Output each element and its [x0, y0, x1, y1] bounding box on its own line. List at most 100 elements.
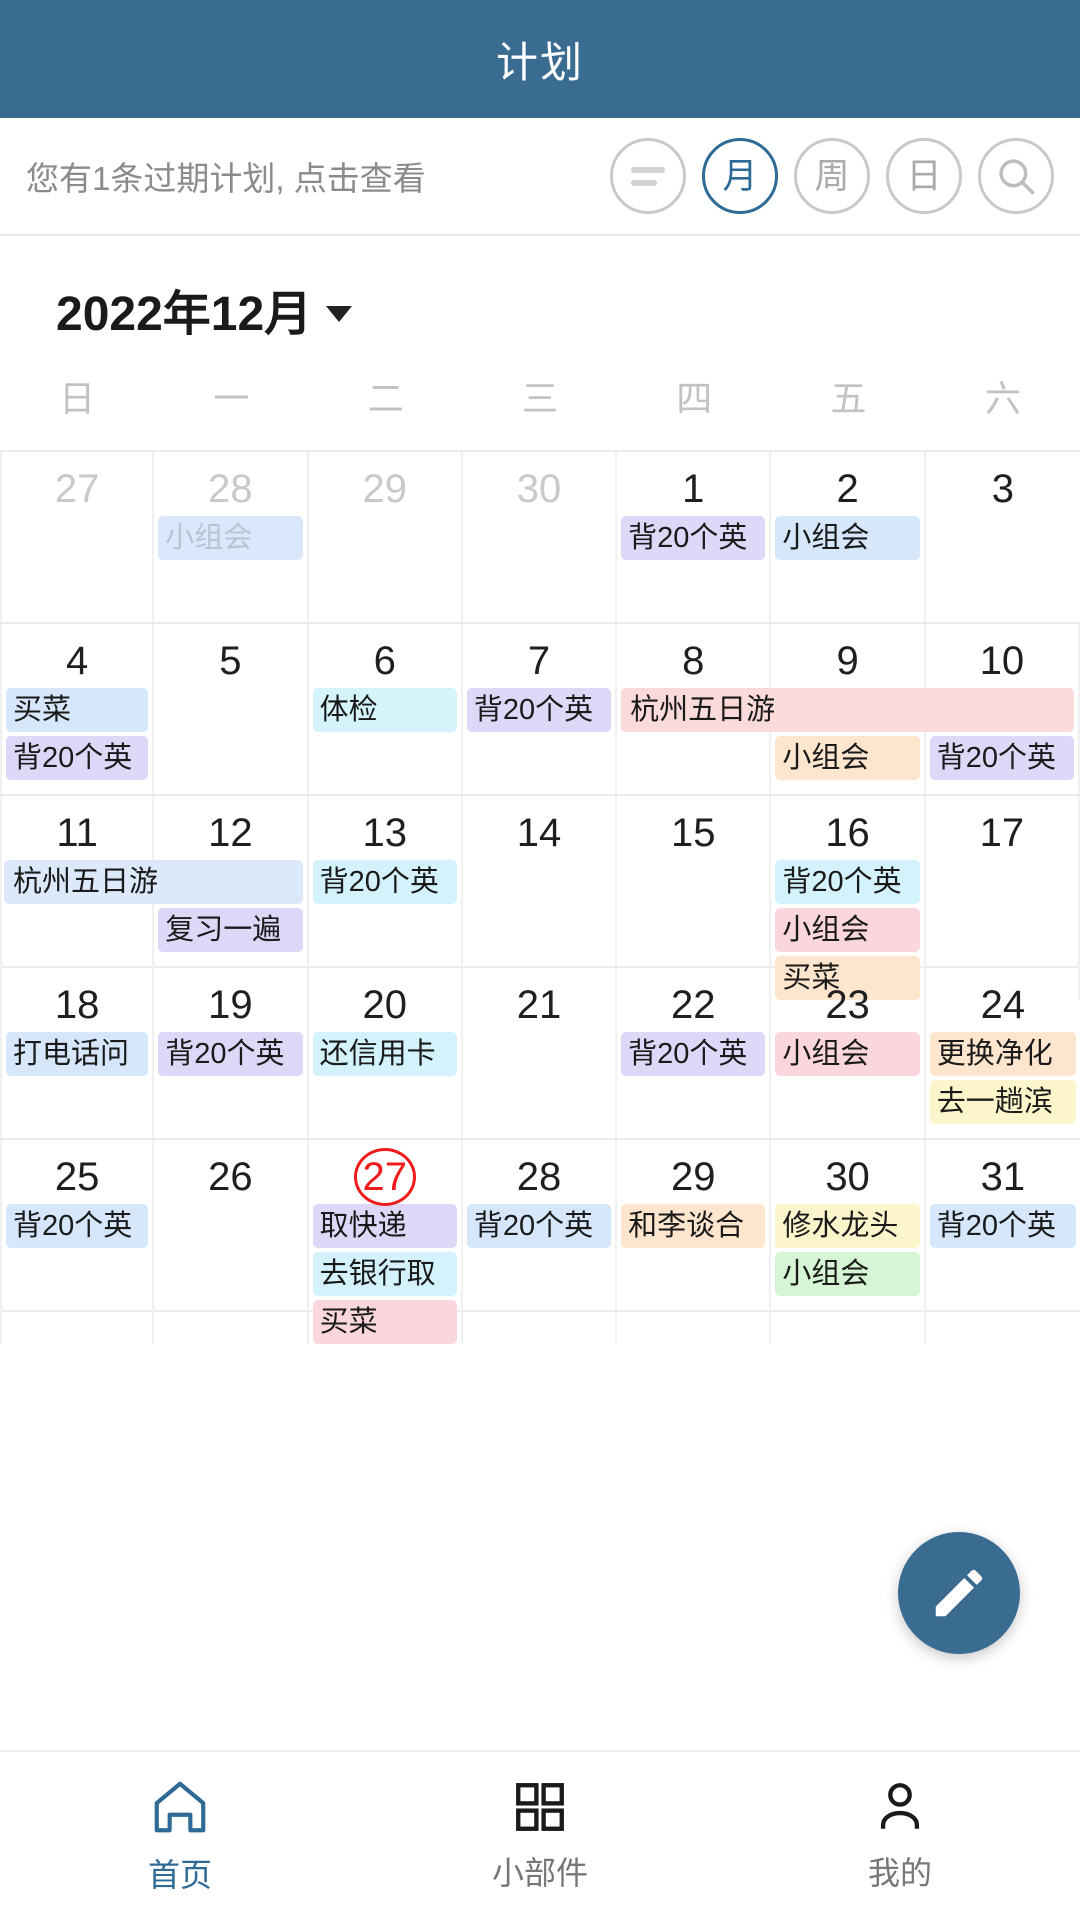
event-pill[interactable]: 还信用卡 [312, 1032, 457, 1076]
month-label: 2022年12月 [56, 288, 313, 341]
multi-day-event-pill[interactable]: 杭州五日游 [621, 688, 1074, 732]
event-pill[interactable]: 小组会 [775, 1032, 920, 1076]
event-pill[interactable]: 背20个英 [312, 860, 457, 904]
nav-item-home[interactable]: 首页 [0, 1776, 360, 1896]
event-pill[interactable]: 背20个英 [929, 736, 1074, 780]
event-pill[interactable]: 背20个英 [775, 860, 920, 904]
event-pill[interactable]: 背20个英 [6, 736, 149, 780]
event-pill[interactable]: 修水龙头 [775, 1204, 920, 1248]
calendar-day-cell[interactable]: 22 背20个英 [617, 968, 772, 1138]
day-events: 背20个英 [309, 860, 461, 904]
event-pill[interactable]: 取快递 [312, 1204, 457, 1248]
event-pill[interactable]: 背20个英 [158, 1032, 303, 1076]
day-number: 14 [516, 811, 562, 855]
calendar-day-cell[interactable]: 31 背20个英 [926, 1140, 1080, 1344]
event-pill[interactable]: 背20个英 [466, 1204, 612, 1248]
calendar-day-cell[interactable]: 20 还信用卡 [309, 968, 463, 1138]
day-number: 22 [671, 983, 716, 1027]
chevron-down-icon [326, 306, 353, 322]
calendar-day-cell[interactable]: 1 背20个英 [617, 452, 772, 622]
calendar-day-cell[interactable]: 3 [926, 452, 1080, 622]
calendar-day-cell[interactable]: 21 [463, 968, 618, 1138]
day-events: 取快递 去银行取 买菜 [309, 1204, 461, 1344]
multi-day-event-pill[interactable]: 杭州五日游 [4, 860, 303, 904]
calendar-day-cell[interactable]: 6 体检 [309, 624, 463, 794]
calendar-day-cell[interactable]: 4 买菜 背20个英 [0, 624, 155, 794]
calendar-day-cell[interactable]: 26 [154, 1140, 309, 1344]
weekday-sun: 日 [59, 378, 96, 419]
event-pill[interactable]: 和李谈合 [621, 1204, 766, 1248]
view-day-button[interactable]: 日 [886, 138, 962, 214]
calendar-day-cell[interactable]: 28 小组会 [154, 452, 309, 622]
day-number: 29 [671, 1155, 716, 1199]
calendar-day-cell[interactable]: 18 打电话问 [0, 968, 155, 1138]
add-plan-button[interactable] [898, 1532, 1020, 1654]
event-pill[interactable]: 打电话问 [6, 1032, 149, 1076]
person-icon [880, 1783, 920, 1829]
calendar-day-cell[interactable]: 7 背20个英 [463, 624, 618, 794]
calendar-day-cell[interactable]: 27 取快递 去银行取 买菜 [309, 1140, 463, 1344]
pencil-icon [935, 1569, 983, 1617]
day-events: 小组会 [771, 1032, 923, 1076]
nav-item-profile[interactable]: 我的 [720, 1778, 1080, 1894]
calendar-day-cell[interactable]: 25 背20个英 [0, 1140, 155, 1344]
day-events: 打电话问 [2, 1032, 152, 1076]
day-number: 27 [54, 467, 100, 511]
day-number: 8 [682, 639, 705, 683]
calendar-day-cell[interactable]: 27 [0, 452, 155, 622]
calendar-day-cell[interactable]: 5 [154, 624, 309, 794]
calendar-day-cell[interactable]: 28 背20个英 [463, 1140, 618, 1344]
month-selector[interactable]: 2022年12月 [0, 236, 1080, 354]
calendar-day-cell[interactable]: 19 背20个英 [154, 968, 309, 1138]
weekday-wed: 三 [521, 378, 558, 419]
calendar-day-cell[interactable]: 2 小组会 [771, 452, 926, 622]
day-number: 19 [208, 983, 253, 1027]
event-pill[interactable]: 体检 [312, 688, 457, 732]
search-button[interactable] [978, 138, 1054, 214]
hamburger-icon [631, 166, 665, 186]
event-pill[interactable]: 买菜 [312, 1300, 457, 1344]
overdue-notice[interactable]: 您有1条过期计划, 点击查看 [26, 152, 426, 200]
calendar-day-cell[interactable]: 23 小组会 [771, 968, 926, 1138]
day-number: 1 [682, 467, 705, 511]
event-pill[interactable]: 小组会 [775, 908, 920, 952]
calendar-week-row: 4 买菜 背20个英 5 6 体检 7 背20个英 8 9 小组会 10 背20个英 杭州五日游 [0, 624, 1080, 796]
event-pill[interactable]: 去一趟滨 [929, 1080, 1076, 1124]
event-pill[interactable]: 背20个英 [929, 1204, 1076, 1248]
search-icon [999, 159, 1035, 195]
event-pill[interactable]: 背20个英 [621, 516, 766, 560]
event-pill[interactable]: 背20个英 [466, 688, 612, 732]
calendar-day-cell[interactable]: 29 [309, 452, 463, 622]
event-pill[interactable]: 背20个英 [621, 1032, 766, 1076]
calendar-day-cell[interactable]: 30 修水龙头 小组会 [771, 1140, 926, 1344]
day-number: 18 [54, 983, 100, 1027]
menu-button[interactable] [610, 138, 686, 214]
view-month-button[interactable]: 月 [702, 138, 778, 214]
event-pill[interactable]: 复习一遍 [158, 908, 303, 952]
day-number: 24 [980, 983, 1026, 1027]
day-number: 28 [208, 467, 253, 511]
calendar-day-cell[interactable]: 24 更换净化 去一趟滨 [926, 968, 1080, 1138]
event-pill[interactable]: 更换净化 [929, 1032, 1076, 1076]
calendar-day-cell[interactable]: 30 [463, 452, 618, 622]
view-week-button[interactable]: 周 [794, 138, 870, 214]
view-week-label: 周 [814, 156, 850, 196]
event-pill[interactable]: 去银行取 [312, 1252, 457, 1296]
calendar-day-cell[interactable]: 29 和李谈合 [617, 1140, 772, 1344]
day-events: 背20个英 [154, 1032, 306, 1076]
calendar-week-row: 18 打电话问 19 背20个英 20 还信用卡 21 22 背20个英 23 小组会 24 更换净化去… [0, 968, 1080, 1140]
day-events: 背20个英 [926, 1204, 1080, 1248]
day-number: 26 [208, 1155, 253, 1199]
day-events: 小组会 [154, 516, 306, 560]
event-pill[interactable]: 小组会 [775, 736, 920, 780]
day-events: 背20个英 [463, 1204, 615, 1248]
event-pill[interactable]: 小组会 [158, 516, 303, 560]
day-number: 12 [208, 811, 253, 855]
nav-item-widgets[interactable]: 小部件 [360, 1778, 720, 1894]
calendar-week-row: 25 背20个英 26 27 取快递 去银行取 买菜 28 背20个英 29 和李谈合 30 修水龙头小… [0, 1140, 1080, 1344]
event-pill[interactable]: 背20个英 [6, 1204, 149, 1248]
event-pill[interactable]: 小组会 [775, 516, 920, 560]
event-pill[interactable]: 小组会 [775, 1252, 920, 1296]
day-events: 背20个英 [617, 516, 769, 560]
event-pill[interactable]: 买菜 [6, 688, 149, 732]
